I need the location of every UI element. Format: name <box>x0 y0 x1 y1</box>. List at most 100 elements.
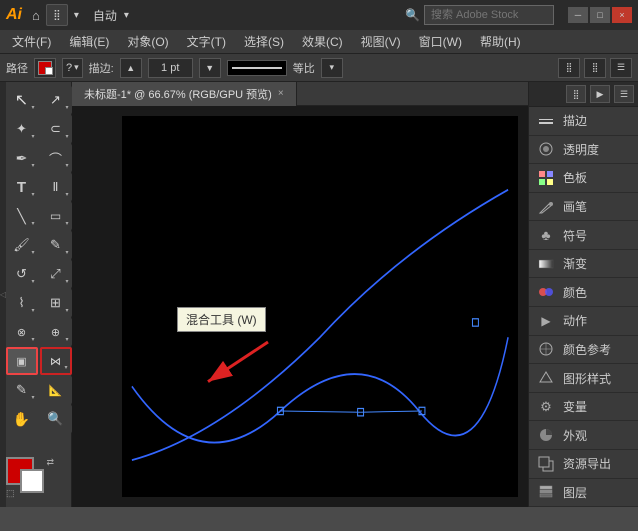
vertical-type-tool[interactable]: Ⅱ ▾ <box>40 173 72 201</box>
shape-builder-tool[interactable]: ⊗ ▾ <box>6 318 38 346</box>
panel-arrow-btn[interactable]: ▶ <box>590 85 610 103</box>
scale-tool[interactable]: ⤢ ▾ <box>40 260 72 288</box>
stroke-panel-label: 描边 <box>563 112 587 129</box>
home-icon[interactable]: ⌂ <box>32 8 40 23</box>
type-tool[interactable]: T ▾ <box>6 173 38 201</box>
menu-select[interactable]: 选择(S) <box>236 31 292 52</box>
menu-view[interactable]: 视图(V) <box>353 31 409 52</box>
panel-swatches[interactable]: 色板 <box>529 164 638 193</box>
panel-actions[interactable]: ▶ 动作 <box>529 307 638 336</box>
swatches-panel-icon <box>537 169 555 187</box>
direct-selection-tool[interactable]: ↗ ▾ <box>40 86 72 114</box>
stroke-preview <box>227 60 287 76</box>
menu-help[interactable]: 帮助(H) <box>472 31 529 52</box>
panel-variables[interactable]: ⚙ 变量 <box>529 393 638 422</box>
stroke-label: 描边: <box>89 60 114 76</box>
menu-object[interactable]: 对象(O) <box>119 31 176 52</box>
search-icon: 🔍 <box>405 8 420 22</box>
default-colors-icon[interactable]: ⬚ <box>6 488 15 499</box>
tool-row-9: ⊗ ▾ ⊕ ▾ <box>6 318 72 346</box>
background-color-swatch[interactable] <box>20 469 44 493</box>
stroke-color-btn[interactable] <box>34 58 56 78</box>
dropdown-arrow[interactable]: ▾ <box>74 10 79 21</box>
panel-graphic-styles[interactable]: 图形样式 <box>529 364 638 393</box>
swap-colors-icon[interactable]: ⇄ <box>46 457 54 468</box>
rotate-tool[interactable]: ↺ ▾ <box>6 260 38 288</box>
stroke-type-dropdown[interactable]: ▾ <box>321 58 343 78</box>
stroke-up-btn[interactable]: ▲ <box>120 58 142 78</box>
panel-asset-export[interactable]: 资源导出 <box>529 450 638 479</box>
color-panel-icon <box>537 283 555 301</box>
live-paint-tool[interactable]: ⊕ ▾ <box>40 318 72 346</box>
tool-row-5: ╲ ▾ ▭ ▾ <box>6 202 72 230</box>
artboard-tool[interactable]: ▣ <box>6 347 38 375</box>
actions-panel-label: 动作 <box>563 312 587 329</box>
arrange-dropdown-arrow[interactable]: ▾ <box>124 10 129 21</box>
tool-row-1: ↖ ▾ ↗ ▾ <box>6 86 72 114</box>
gradient-panel-label: 渐变 <box>563 255 587 272</box>
rectangle-tool[interactable]: ▭ ▾ <box>40 202 72 230</box>
paintbrush-tool[interactable]: 🖌 ▾ <box>6 231 38 259</box>
arrange-label: 自动 <box>93 7 117 24</box>
curvature-tool[interactable]: ⌒ ▾ <box>40 144 72 172</box>
panel-symbols[interactable]: ♣ 符号 <box>529 221 638 250</box>
left-toolbar: ◁ ↖ ▾ ↗ ▾ ✦ ▾ ⊂ <box>0 82 72 507</box>
panel-menu-btn[interactable]: ☰ <box>614 85 634 103</box>
menu-edit[interactable]: 编辑(E) <box>61 31 117 52</box>
panel-brushes[interactable]: 画笔 <box>529 193 638 222</box>
panel-menu-btn[interactable]: ☰ <box>610 58 632 78</box>
brushes-panel-label: 画笔 <box>563 198 587 215</box>
stroke-weight-input[interactable] <box>148 58 193 78</box>
pencil-tool[interactable]: ✎ ▾ <box>40 231 72 259</box>
panel-color[interactable]: 颜色 <box>529 278 638 307</box>
stroke-down-btn[interactable]: ▼ <box>199 58 221 78</box>
appearance-label: 外观 <box>563 427 587 444</box>
panel-appearance[interactable]: 外观 <box>529 421 638 450</box>
tool-row-4: T ▾ Ⅱ ▾ <box>6 173 72 201</box>
variables-icon: ⚙ <box>537 398 555 416</box>
stroke-style-dropdown[interactable]: ?▾ <box>62 58 83 78</box>
symbols-panel-label: 符号 <box>563 227 587 244</box>
line-tool[interactable]: ╲ ▾ <box>6 202 38 230</box>
eyedropper-tool[interactable]: ✎ ▾ <box>6 376 38 404</box>
panel-gradient[interactable]: 渐变 <box>529 250 638 279</box>
hand-tool[interactable]: ✋ <box>6 405 38 433</box>
menu-bar: 文件(F) 编辑(E) 对象(O) 文字(T) 选择(S) 效果(C) 视图(V… <box>0 30 638 54</box>
menu-effect[interactable]: 效果(C) <box>294 31 351 52</box>
close-button[interactable]: × <box>612 7 632 23</box>
align-btn-1[interactable]: ⣿ <box>558 58 580 78</box>
asset-export-label: 资源导出 <box>563 455 611 472</box>
brushes-panel-icon <box>537 198 555 216</box>
panel-color-guide[interactable]: 颜色参考 <box>529 336 638 365</box>
search-input[interactable] <box>424 5 554 25</box>
tab-close-btn[interactable]: × <box>278 88 284 99</box>
menu-file[interactable]: 文件(F) <box>4 31 59 52</box>
tool-row-10: ▣ ⋈ ▾ <box>6 347 72 375</box>
appearance-icon <box>537 426 555 444</box>
layout-icon-btn[interactable]: ⣿ <box>46 4 68 26</box>
zoom-tool[interactable]: 🔍 <box>40 405 72 433</box>
blend-tool[interactable]: ⋈ ▾ <box>40 347 72 375</box>
gradient-panel-icon <box>537 255 555 273</box>
canvas-area[interactable]: 未标题-1* @ 66.67% (RGB/GPU 预览) × <box>72 82 528 507</box>
panel-grid-btn[interactable]: ⣿ <box>566 85 586 103</box>
lasso-tool[interactable]: ⊂ ▾ <box>40 115 72 143</box>
panel-stroke[interactable]: 描边 <box>529 107 638 136</box>
canvas-inner[interactable]: 混合工具 (W) <box>122 116 518 497</box>
magic-wand-tool[interactable]: ✦ ▾ <box>6 115 38 143</box>
panel-layers[interactable]: 图层 <box>529 479 638 508</box>
measure-tool[interactable]: 📐 <box>40 376 72 404</box>
selection-tool[interactable]: ↖ ▾ <box>6 86 38 114</box>
panel-transparency[interactable]: 透明度 <box>529 136 638 165</box>
maximize-button[interactable]: □ <box>590 7 610 23</box>
align-btn-2[interactable]: ⣿ <box>584 58 606 78</box>
minimize-button[interactable]: ─ <box>568 7 588 23</box>
pen-tool[interactable]: ✒ ▾ <box>6 144 38 172</box>
document-tab[interactable]: 未标题-1* @ 66.67% (RGB/GPU 预览) × <box>72 82 297 106</box>
tool-row-3: ✒ ▾ ⌒ ▾ <box>6 144 72 172</box>
menu-text[interactable]: 文字(T) <box>179 31 234 52</box>
free-transform-tool[interactable]: ⊞ ▾ <box>40 289 72 317</box>
warp-tool[interactable]: ⌇ ▾ <box>6 289 38 317</box>
menu-window[interactable]: 窗口(W) <box>411 31 470 52</box>
stroke-type-label: 等比 <box>293 60 315 76</box>
